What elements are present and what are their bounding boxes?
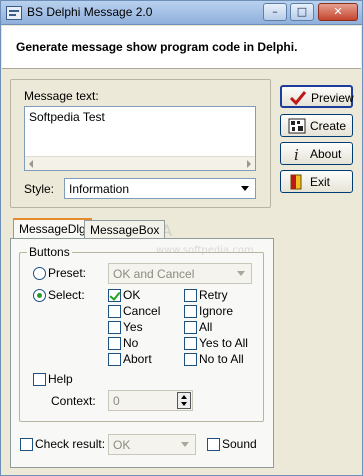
exit-door-icon <box>290 174 302 190</box>
spin-up-icon[interactable] <box>181 395 187 399</box>
context-spinner[interactable]: 0 <box>108 390 193 411</box>
header-text: Generate message show program code in De… <box>16 40 298 54</box>
yes-label: Yes <box>123 320 143 334</box>
svg-text:i: i <box>294 146 299 162</box>
no-to-all-checkbox[interactable] <box>184 353 197 366</box>
no-label: No <box>123 336 139 350</box>
main-window: BS Delphi Message 2.0 – □ ✕ Generate mes… <box>0 0 363 476</box>
check-result-select[interactable]: OK <box>108 434 196 455</box>
app-icon[interactable] <box>6 6 22 20</box>
preset-select-value: OK and Cancel <box>113 267 195 281</box>
preview-label: Preview <box>311 91 354 105</box>
retry-checkbox[interactable] <box>184 289 197 302</box>
horizontal-scrollbar[interactable] <box>25 156 255 170</box>
exit-button[interactable]: Exit <box>280 170 353 193</box>
retry-label: Retry <box>199 288 228 302</box>
preset-radio[interactable] <box>33 267 46 280</box>
scroll-left-icon[interactable] <box>29 160 33 168</box>
ok-checkbox[interactable] <box>108 289 121 302</box>
title-bar[interactable]: BS Delphi Message 2.0 – □ ✕ <box>1 1 362 25</box>
about-label: About <box>310 147 342 161</box>
about-button[interactable]: i About <box>280 142 353 165</box>
scroll-right-icon[interactable] <box>247 160 251 168</box>
check-result-label: Check result: <box>35 437 106 451</box>
style-label: Style: <box>24 182 55 196</box>
maximize-button[interactable]: □ <box>290 3 314 21</box>
help-label: Help <box>48 372 73 386</box>
all-checkbox[interactable] <box>184 321 197 334</box>
create-button[interactable]: Create <box>280 114 353 137</box>
message-text-label: Message text: <box>24 89 99 103</box>
ignore-checkbox[interactable] <box>184 305 197 318</box>
preset-label: Preset: <box>48 266 87 280</box>
cancel-checkbox[interactable] <box>108 305 121 318</box>
abort-label: Abort <box>123 352 152 366</box>
select-label: Select: <box>48 288 85 302</box>
select-radio[interactable] <box>33 289 46 302</box>
context-label: Context: <box>51 394 96 408</box>
buttons-group-title: Buttons <box>27 245 72 259</box>
abort-checkbox[interactable] <box>108 353 121 366</box>
chevron-down-icon[interactable] <box>233 265 250 282</box>
message-text-input[interactable]: Softpedia Test <box>24 106 256 171</box>
message-text-value: Softpedia Test <box>29 110 105 124</box>
all-label: All <box>199 320 213 334</box>
style-select-value: Information <box>69 182 130 196</box>
preset-select[interactable]: OK and Cancel <box>108 263 252 284</box>
ignore-label: Ignore <box>199 304 234 318</box>
header-panel: Generate message show program code in De… <box>2 26 361 69</box>
create-label: Create <box>310 119 347 133</box>
window-title: BS Delphi Message 2.0 <box>27 5 153 19</box>
no-checkbox[interactable] <box>108 337 121 350</box>
spin-buttons[interactable] <box>177 392 191 409</box>
check-result-checkbox[interactable] <box>20 438 33 451</box>
style-select[interactable]: Information <box>64 178 256 199</box>
tab-messagebox[interactable]: MessageBox <box>84 220 166 240</box>
chevron-down-icon[interactable] <box>237 180 254 197</box>
context-value: 0 <box>113 394 120 408</box>
chevron-down-icon[interactable] <box>177 436 194 453</box>
info-icon: i <box>294 146 299 162</box>
yes-to-all-label: Yes to All <box>199 336 248 350</box>
check-result-value: OK <box>113 438 131 452</box>
create-icon <box>288 118 306 134</box>
cancel-label: Cancel <box>123 304 161 318</box>
no-to-all-label: No to All <box>199 352 244 366</box>
checkmark-icon <box>289 91 307 106</box>
sound-label: Sound <box>222 437 257 451</box>
minimize-button[interactable]: – <box>263 3 287 21</box>
ok-label: OK <box>123 288 141 302</box>
yes-to-all-checkbox[interactable] <box>184 337 197 350</box>
spin-down-icon[interactable] <box>181 402 187 406</box>
close-button[interactable]: ✕ <box>318 3 358 21</box>
tab-messagedlg[interactable]: MessageDlg <box>13 218 92 240</box>
exit-label: Exit <box>310 175 331 189</box>
help-checkbox[interactable] <box>33 373 46 386</box>
sound-checkbox[interactable] <box>207 438 220 451</box>
yes-checkbox[interactable] <box>108 321 121 334</box>
preview-button[interactable]: Preview <box>280 85 354 108</box>
